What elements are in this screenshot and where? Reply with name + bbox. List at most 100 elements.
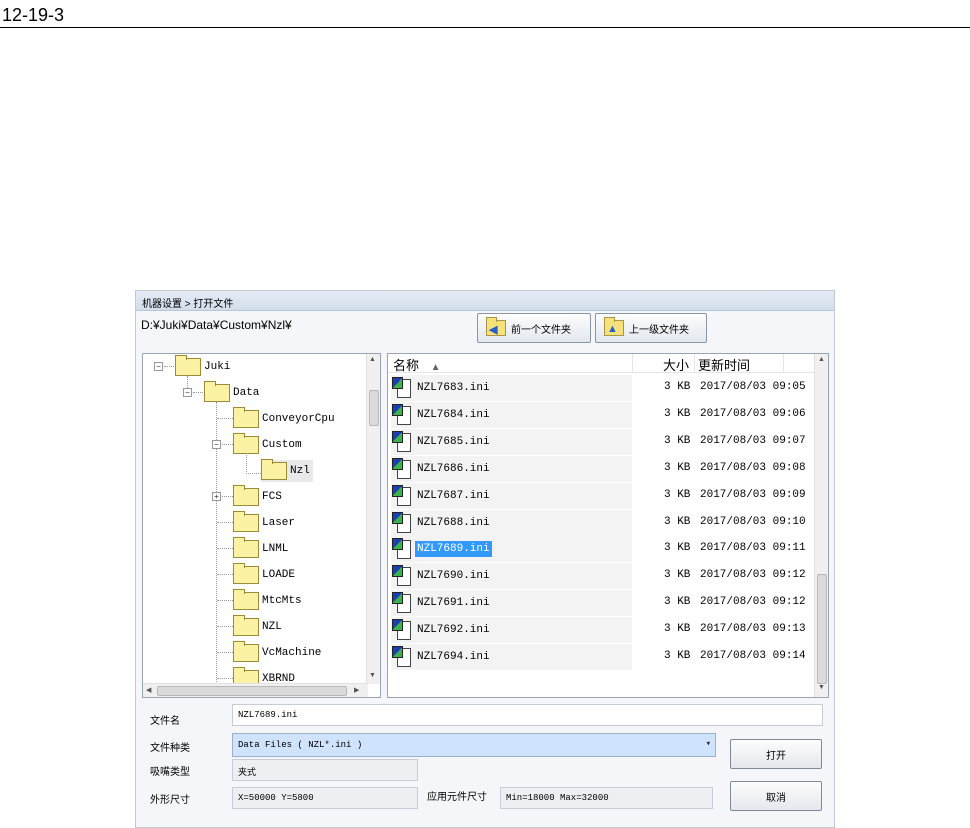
- file-row[interactable]: NZL7694.ini 3 KB 2017/08/03 09:14: [388, 644, 816, 670]
- tree-item-vcmachine[interactable]: VcMachine: [233, 641, 321, 664]
- folder-back-icon: ◀: [486, 317, 506, 336]
- column-divider[interactable]: [632, 354, 633, 373]
- tree-item-custom[interactable]: Custom: [233, 433, 302, 456]
- file-name: NZL7688.ini: [417, 516, 490, 529]
- tree-connector: [217, 600, 233, 601]
- file-name-cell[interactable]: NZL7686.ini: [391, 455, 632, 482]
- folder-icon: [261, 459, 287, 480]
- scroll-down-icon[interactable]: ▼: [369, 672, 376, 679]
- folder-icon: [233, 433, 259, 454]
- file-name-cell[interactable]: NZL7688.ini: [391, 509, 632, 536]
- column-size[interactable]: 大小: [663, 355, 689, 374]
- file-vertical-scrollbar[interactable]: ▲ ▼: [814, 354, 828, 697]
- dialog-title: 机器设置 > 打开文件: [136, 291, 834, 311]
- file-date: 2017/08/03 09:11: [700, 542, 806, 555]
- column-modified[interactable]: 更新时间: [698, 355, 750, 374]
- file-date: 2017/08/03 09:13: [700, 623, 806, 636]
- file-date: 2017/08/03 09:12: [700, 569, 806, 582]
- scroll-right-icon[interactable]: ▶: [354, 686, 359, 694]
- scroll-up-icon[interactable]: ▲: [369, 356, 376, 363]
- file-name: NZL7683.ini: [417, 382, 490, 394]
- file-row[interactable]: NZL7690.ini 3 KB 2017/08/03 09:12: [388, 563, 816, 590]
- tree-item-nzl-selected[interactable]: Nzl: [261, 459, 313, 482]
- file-row[interactable]: NZL7692.ini 3 KB 2017/08/03 09:13: [388, 617, 816, 644]
- column-divider[interactable]: [783, 354, 784, 373]
- file-row[interactable]: NZL7691.ini 3 KB 2017/08/03 09:12: [388, 590, 816, 617]
- ini-file-icon: [391, 457, 413, 481]
- current-path: D:¥Juki¥Data¥Custom¥Nzl¥: [141, 318, 292, 332]
- file-name-cell[interactable]: NZL7691.ini: [391, 590, 632, 617]
- file-name: NZL7689.ini: [415, 541, 492, 558]
- filetype-select[interactable]: Data Files ( NZL*.ini ) ▾: [232, 733, 716, 757]
- tree-vertical-scrollbar[interactable]: ▲ ▼: [366, 354, 380, 684]
- collapse-icon[interactable]: −: [212, 440, 221, 449]
- folder-icon: [233, 407, 259, 428]
- file-name-cell[interactable]: NZL7692.ini: [391, 617, 632, 644]
- tree-item-laser[interactable]: Laser: [233, 511, 295, 534]
- scroll-down-icon[interactable]: ▼: [818, 684, 825, 691]
- file-name-cell[interactable]: NZL7689.ini: [391, 536, 632, 563]
- file-row[interactable]: NZL7683.ini 3 KB 2017/08/03 09:05: [388, 375, 816, 401]
- file-date: 2017/08/03 09:08: [700, 461, 806, 474]
- file-date: 2017/08/03 09:06: [700, 407, 806, 420]
- ini-file-icon: [391, 511, 413, 535]
- tree-horizontal-scrollbar[interactable]: ◀ ▶: [143, 683, 368, 697]
- tree-item-mtcmts[interactable]: MtcMts: [233, 589, 302, 612]
- tree-connector: [217, 626, 233, 627]
- expand-icon[interactable]: +: [212, 492, 221, 501]
- scroll-thumb[interactable]: [817, 574, 827, 684]
- tree-item-data[interactable]: Data: [204, 381, 259, 404]
- component-size-label: 应用元件尺寸: [427, 792, 487, 803]
- file-row[interactable]: NZL7684.ini 3 KB 2017/08/03 09:06: [388, 401, 816, 428]
- file-name-cell[interactable]: NZL7684.ini: [391, 401, 632, 428]
- scroll-thumb[interactable]: [157, 686, 347, 696]
- filetype-value: Data Files ( NZL*.ini ): [238, 740, 363, 750]
- file-name-cell[interactable]: NZL7683.ini: [391, 375, 632, 401]
- column-name[interactable]: 名称 ▲: [393, 355, 441, 374]
- prev-folder-button[interactable]: ◀ 前一个文件夹: [477, 313, 591, 343]
- file-name-cell[interactable]: NZL7687.ini: [391, 482, 632, 509]
- folder-icon: [204, 381, 230, 402]
- file-name-cell[interactable]: NZL7685.ini: [391, 428, 632, 455]
- scroll-up-icon[interactable]: ▲: [818, 356, 825, 363]
- file-name: NZL7684.ini: [417, 408, 490, 421]
- tree-item-nzl[interactable]: NZL: [233, 615, 282, 638]
- file-row[interactable]: NZL7687.ini 3 KB 2017/08/03 09:09: [388, 482, 816, 509]
- folder-icon: [233, 511, 259, 532]
- ini-file-icon: [391, 591, 413, 615]
- file-size: 3 KB: [664, 407, 691, 420]
- tree-connector: [193, 392, 203, 393]
- ini-file-icon: [391, 376, 413, 400]
- scroll-thumb[interactable]: [369, 390, 379, 426]
- tree-item-conveyorcpu[interactable]: ConveyorCpu: [233, 407, 335, 430]
- page-number: 12-19-3: [2, 5, 65, 25]
- prev-folder-label: 前一个文件夹: [511, 324, 571, 336]
- file-row[interactable]: NZL7688.ini 3 KB 2017/08/03 09:10: [388, 509, 816, 536]
- file-row[interactable]: NZL7689.ini 3 KB 2017/08/03 09:11: [388, 536, 816, 563]
- file-row[interactable]: NZL7686.ini 3 KB 2017/08/03 09:08: [388, 455, 816, 482]
- file-name-cell[interactable]: NZL7694.ini: [391, 644, 632, 670]
- folder-icon: [233, 563, 259, 584]
- component-size-value: Min=18000 Max=32000: [500, 787, 713, 809]
- up-folder-button[interactable]: ▲ 上一级文件夹: [595, 313, 707, 343]
- outer-size-label: 外形尺寸: [150, 795, 190, 806]
- column-divider[interactable]: [694, 354, 695, 373]
- up-folder-label: 上一级文件夹: [629, 324, 689, 336]
- filename-input[interactable]: NZL7689.ini: [232, 704, 823, 726]
- file-name-cell[interactable]: NZL7690.ini: [391, 563, 632, 590]
- cancel-button[interactable]: 取消: [730, 781, 822, 811]
- file-name: NZL7685.ini: [417, 435, 490, 448]
- folder-icon: [233, 589, 259, 610]
- collapse-icon[interactable]: −: [183, 388, 192, 397]
- ini-file-icon: [391, 484, 413, 508]
- file-date: 2017/08/03 09:05: [700, 381, 806, 393]
- tree-item-fcs[interactable]: FCS: [233, 485, 282, 508]
- scroll-left-icon[interactable]: ◀: [146, 686, 151, 694]
- tree-item-lnml[interactable]: LNML: [233, 537, 288, 560]
- open-button[interactable]: 打开: [730, 739, 822, 769]
- filename-label: 文件名: [150, 716, 180, 727]
- tree-item-loade[interactable]: LOADE: [233, 563, 295, 586]
- collapse-icon[interactable]: −: [154, 362, 163, 371]
- tree-item-juki[interactable]: Juki: [175, 355, 230, 378]
- file-row[interactable]: NZL7685.ini 3 KB 2017/08/03 09:07: [388, 428, 816, 455]
